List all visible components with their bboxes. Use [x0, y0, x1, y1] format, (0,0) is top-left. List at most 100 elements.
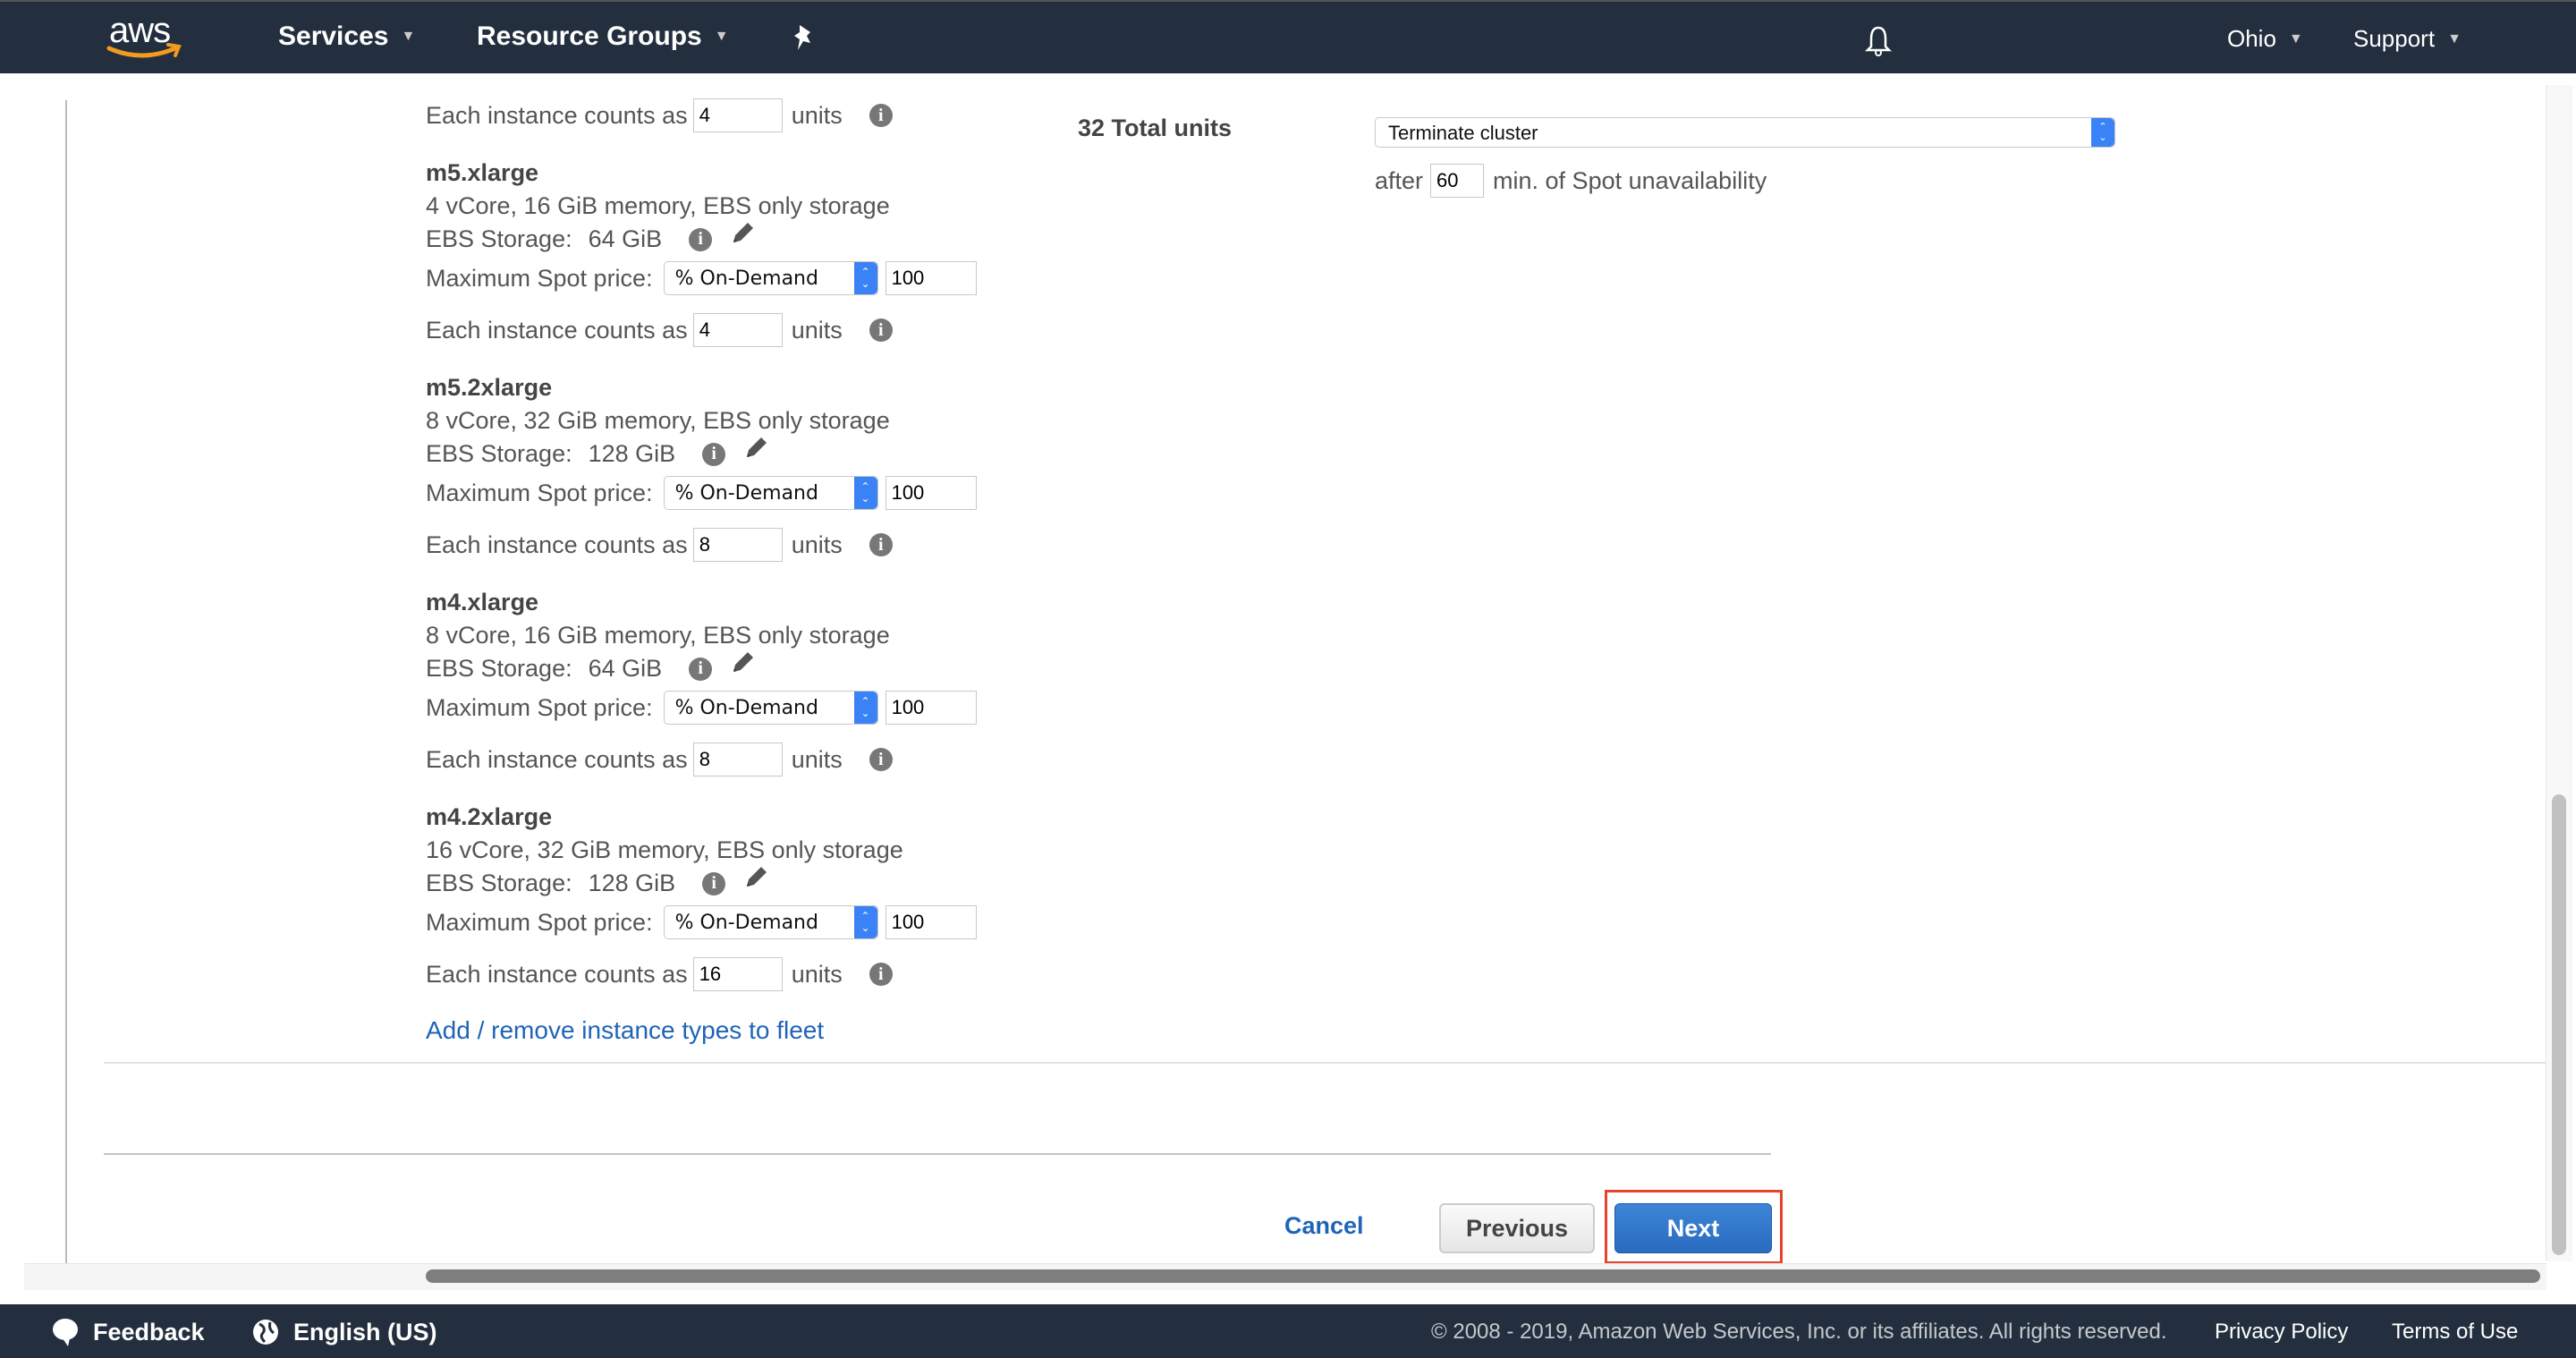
spot-price-input[interactable]: [886, 261, 977, 295]
spot-price-type-select[interactable]: % On-Demand ⌃⌄: [664, 691, 878, 725]
support-label: Support: [2353, 25, 2435, 53]
ebs-label: EBS Storage:: [426, 225, 572, 253]
spot-price-input[interactable]: [886, 691, 977, 725]
previous-button[interactable]: Previous: [1439, 1203, 1595, 1253]
instance-units-input[interactable]: [693, 528, 783, 562]
provisioning-timeout-select[interactable]: Terminate cluster ⌃⌄: [1375, 117, 2115, 148]
pencil-icon[interactable]: [730, 219, 757, 246]
select-value: % On-Demand: [675, 267, 818, 290]
instance-units-input[interactable]: [693, 957, 783, 991]
pencil-icon[interactable]: [730, 649, 757, 675]
spot-price-input[interactable]: [886, 905, 977, 939]
privacy-policy-link[interactable]: Privacy Policy: [2215, 1320, 2348, 1345]
spot-price-type-select[interactable]: % On-Demand ⌃⌄: [664, 905, 878, 939]
ebs-label: EBS Storage:: [426, 870, 572, 897]
pencil-icon[interactable]: [743, 863, 770, 890]
spot-price-row: Maximum Spot price: % On-Demand ⌃⌄: [426, 476, 977, 510]
horizontal-scrollbar-thumb[interactable]: [426, 1269, 2540, 1283]
units-label: units: [792, 317, 843, 344]
left-border: [65, 100, 67, 1263]
language-selector[interactable]: English (US): [250, 1317, 437, 1347]
timeout-minutes-input[interactable]: [1430, 164, 1484, 198]
spot-price-type-select[interactable]: % On-Demand ⌃⌄: [664, 476, 878, 510]
feedback-label: Feedback: [93, 1319, 205, 1346]
counts-label: Each instance counts as: [426, 102, 688, 130]
resource-groups-menu[interactable]: Resource Groups ▼: [477, 21, 729, 52]
region-label: Ohio: [2227, 25, 2276, 53]
next-button[interactable]: Next: [1614, 1203, 1772, 1253]
units-label: units: [792, 102, 843, 130]
instance-type-name: m5.xlarge: [426, 159, 538, 187]
ebs-value: 128 GiB: [589, 440, 676, 468]
instance-units-row: Each instance counts as units i: [426, 743, 893, 777]
info-icon[interactable]: i: [702, 443, 725, 466]
select-value: % On-Demand: [675, 482, 818, 505]
cancel-button[interactable]: Cancel: [1284, 1212, 1364, 1240]
ebs-value: 64 GiB: [589, 655, 663, 683]
aws-logo[interactable]: aws: [106, 11, 186, 64]
globe-icon: [250, 1317, 281, 1347]
services-menu[interactable]: Services ▼: [278, 21, 415, 52]
instance-units-row: Each instance counts as units i: [426, 528, 893, 562]
spot-price-row: Maximum Spot price: % On-Demand ⌃⌄: [426, 691, 977, 725]
pin-icon[interactable]: [791, 23, 818, 54]
instance-units-row: Each instance counts as units i: [426, 957, 893, 991]
spot-price-label: Maximum Spot price:: [426, 265, 653, 293]
instance-units-row: Each instance counts as units i: [426, 98, 893, 132]
select-value: % On-Demand: [675, 697, 818, 719]
terms-of-use-link[interactable]: Terms of Use: [2392, 1320, 2518, 1345]
spot-price-type-select[interactable]: % On-Demand ⌃⌄: [664, 261, 878, 295]
spot-price-input[interactable]: [886, 476, 977, 510]
info-icon[interactable]: i: [869, 748, 893, 771]
info-icon[interactable]: i: [869, 318, 893, 342]
select-value: Terminate cluster: [1388, 122, 1538, 144]
counts-label: Each instance counts as: [426, 746, 688, 774]
select-stepper-icon: ⌃⌄: [2091, 118, 2114, 147]
ebs-label: EBS Storage:: [426, 440, 572, 468]
instance-units-input[interactable]: [693, 98, 783, 132]
select-stepper-icon: ⌃⌄: [854, 477, 877, 509]
top-navigation-bar: aws Services ▼ Resource Groups ▼ Ohio ▼ …: [0, 0, 2576, 73]
ebs-value: 128 GiB: [589, 870, 676, 897]
copyright-text: © 2008 - 2019, Amazon Web Services, Inc.…: [1431, 1320, 2167, 1345]
spot-price-label: Maximum Spot price:: [426, 480, 653, 507]
instance-specs: 4 vCore, 16 GiB memory, EBS only storage: [426, 192, 890, 220]
ebs-storage-row: EBS Storage: 128 GiB i: [426, 870, 770, 897]
support-menu[interactable]: Support ▼: [2353, 25, 2462, 53]
units-label: units: [792, 961, 843, 989]
instance-units-input[interactable]: [693, 313, 783, 347]
chevron-down-icon: ▼: [2289, 31, 2303, 47]
ebs-storage-row: EBS Storage: 128 GiB i: [426, 440, 770, 468]
ebs-value: 64 GiB: [589, 225, 663, 253]
chevron-down-icon: ▼: [715, 29, 729, 45]
bell-icon[interactable]: [1864, 25, 1893, 57]
chevron-down-icon: ▼: [2447, 31, 2462, 47]
instance-specs: 8 vCore, 16 GiB memory, EBS only storage: [426, 622, 890, 649]
vertical-scrollbar-thumb[interactable]: [2552, 794, 2566, 1255]
info-icon[interactable]: i: [869, 104, 893, 127]
language-label: English (US): [293, 1319, 437, 1346]
pencil-icon[interactable]: [743, 434, 770, 461]
ebs-label: EBS Storage:: [426, 655, 572, 683]
add-remove-instance-types-link[interactable]: Add / remove instance types to fleet: [426, 1016, 824, 1045]
select-stepper-icon: ⌃⌄: [854, 692, 877, 724]
counts-label: Each instance counts as: [426, 961, 688, 989]
aws-smile-icon: [106, 43, 186, 63]
after-suffix: min. of Spot unavailability: [1493, 167, 1767, 195]
resource-groups-label: Resource Groups: [477, 21, 702, 52]
info-icon[interactable]: i: [869, 963, 893, 986]
spot-timeout-row: after min. of Spot unavailability: [1375, 164, 1767, 198]
info-icon[interactable]: i: [869, 533, 893, 556]
region-menu[interactable]: Ohio ▼: [2227, 25, 2303, 53]
info-icon[interactable]: i: [689, 228, 712, 251]
info-icon[interactable]: i: [702, 872, 725, 895]
select-value: % On-Demand: [675, 912, 818, 934]
section-divider: [104, 1153, 1771, 1155]
section-divider: [104, 1062, 2546, 1064]
spot-price-label: Maximum Spot price:: [426, 909, 653, 937]
feedback-button[interactable]: Feedback: [50, 1317, 205, 1347]
spot-price-label: Maximum Spot price:: [426, 694, 653, 722]
instance-units-input[interactable]: [693, 743, 783, 777]
footer: Feedback English (US) © 2008 - 2019, Ama…: [0, 1304, 2576, 1358]
info-icon[interactable]: i: [689, 658, 712, 681]
